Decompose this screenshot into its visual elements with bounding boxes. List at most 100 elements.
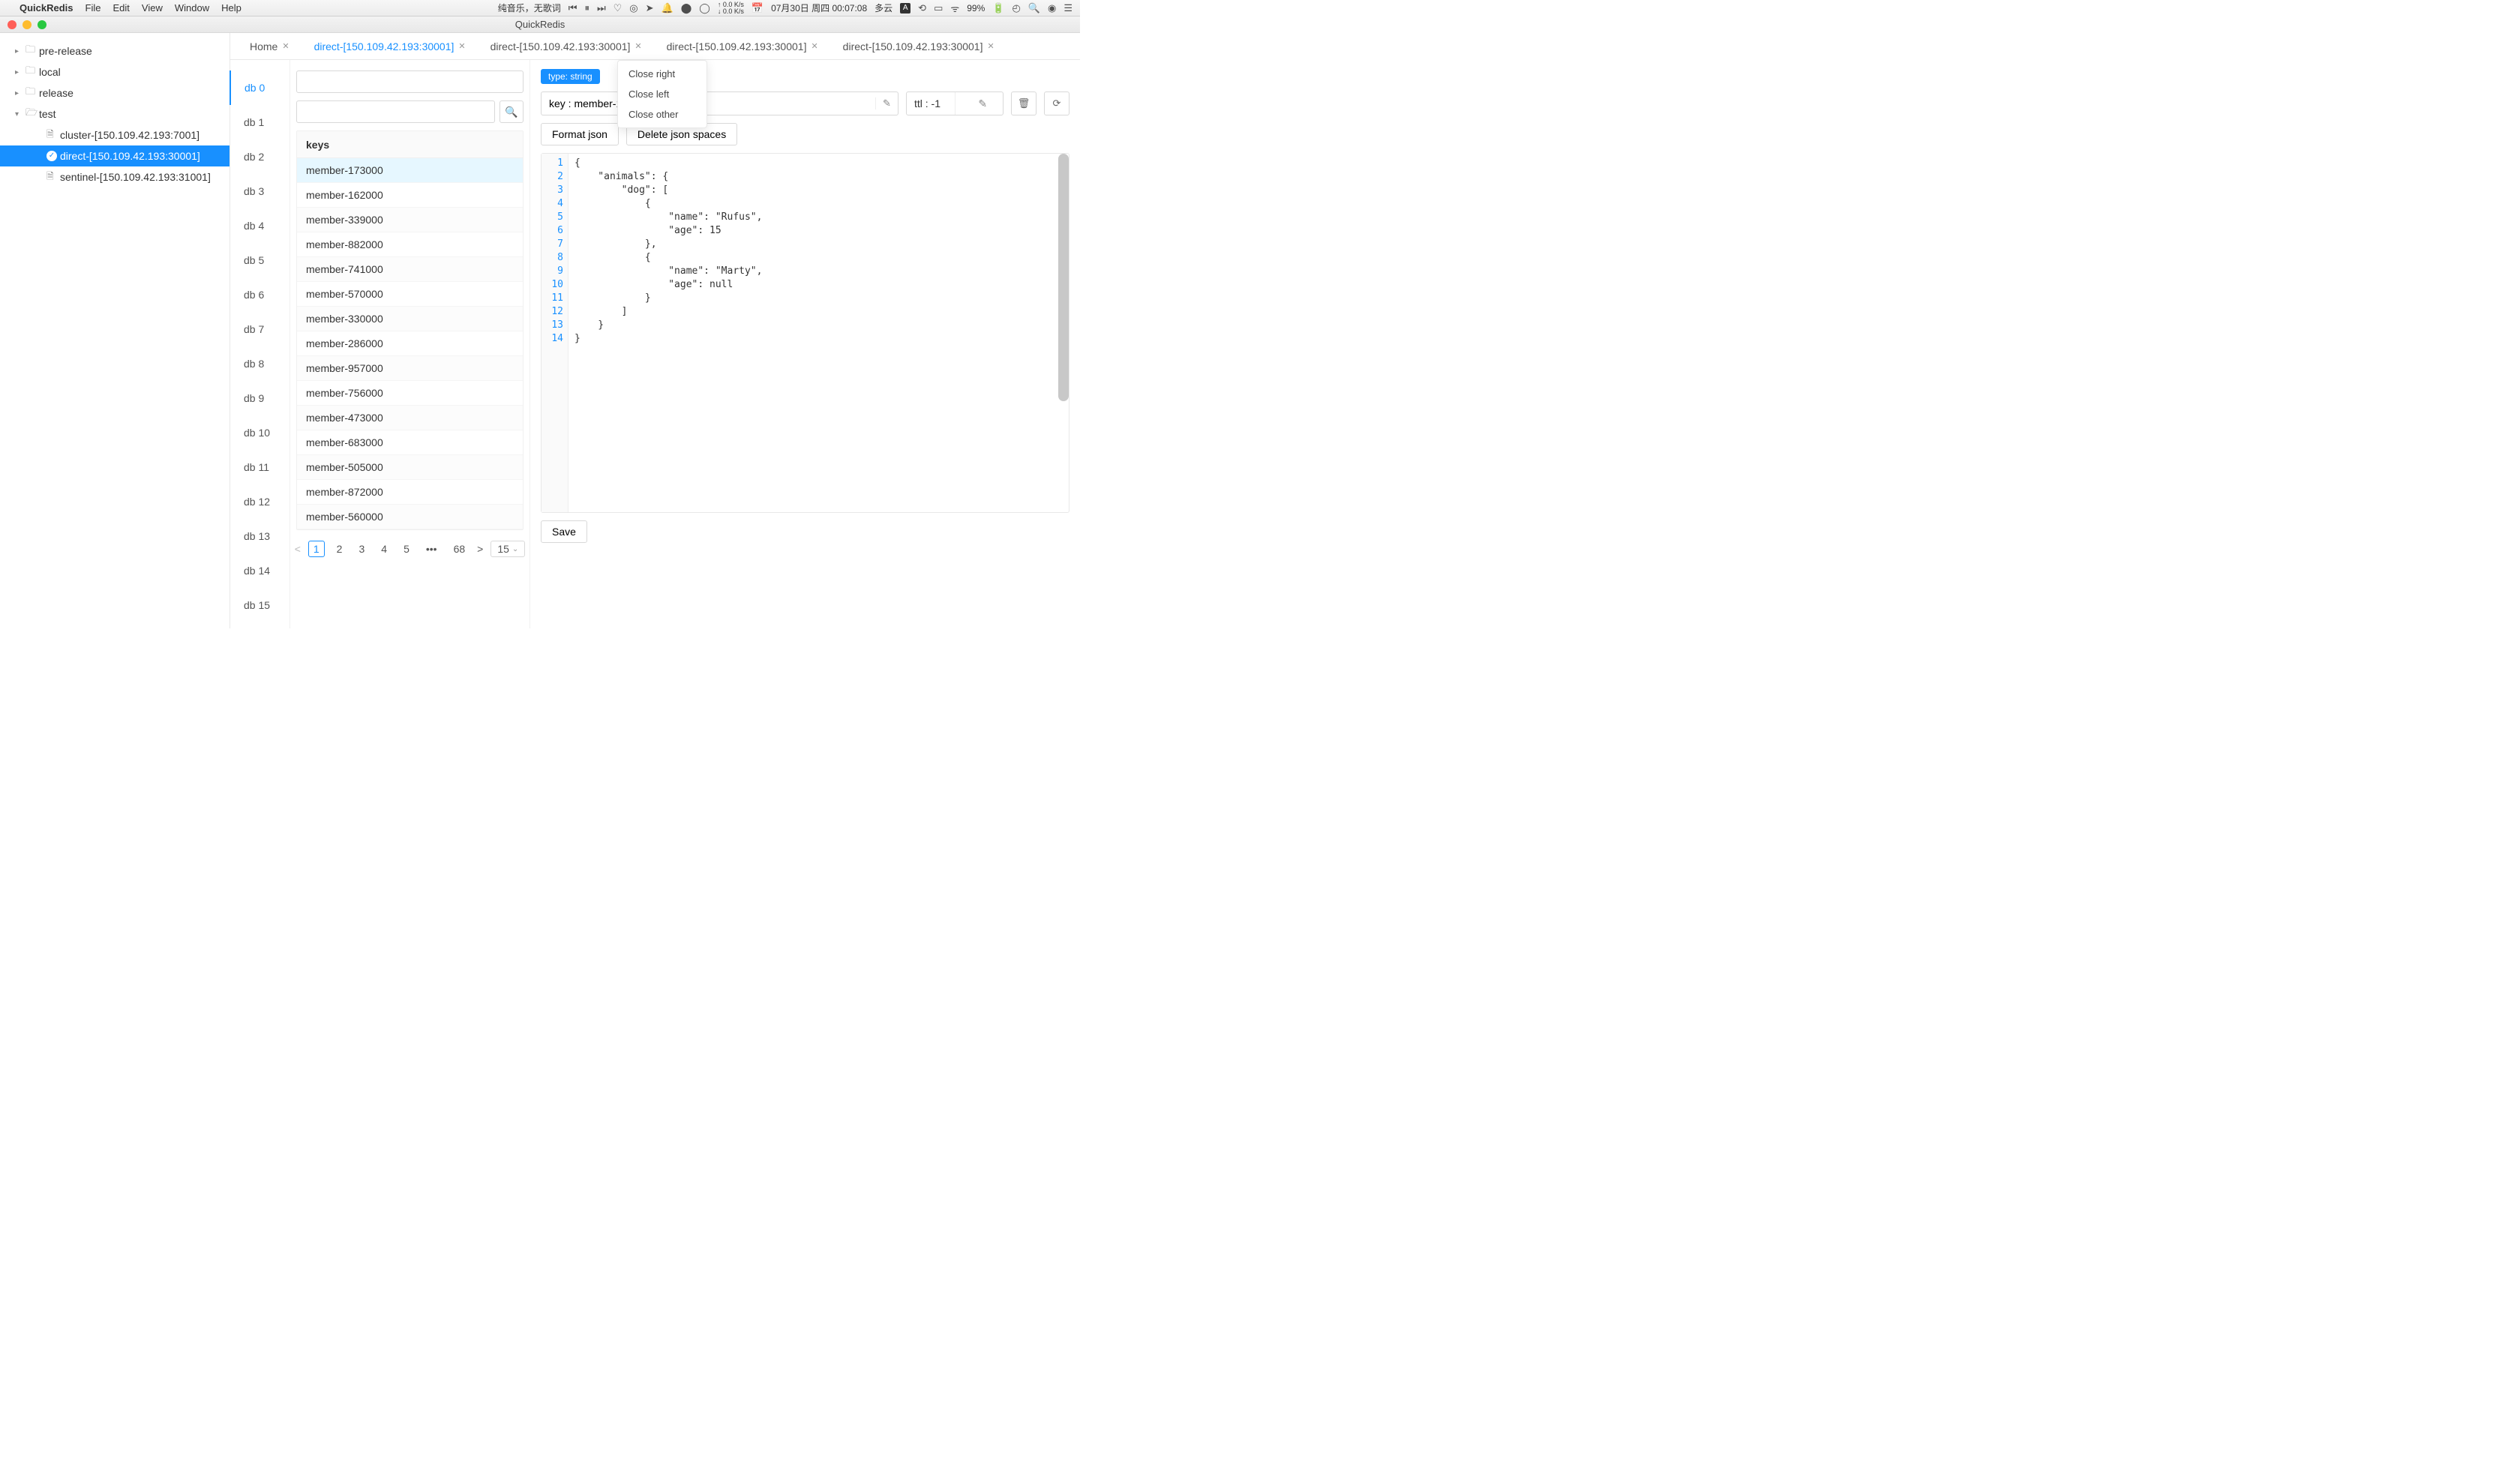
clock-icon[interactable]: ◴ — [1012, 2, 1020, 14]
key-row[interactable]: member-162000 — [297, 183, 523, 208]
ctx-close-left[interactable]: Close left — [618, 84, 706, 104]
key-row[interactable]: member-741000 — [297, 257, 523, 282]
close-icon[interactable]: ✕ — [282, 41, 289, 51]
db-item[interactable]: db 5 — [230, 243, 290, 277]
edit-ttl-icon[interactable]: ✎ — [955, 92, 1004, 115]
key-row[interactable]: member-570000 — [297, 282, 523, 307]
key-filter-input-1[interactable] — [296, 70, 524, 93]
tree-folder-pre-release[interactable]: ▸ 🗀 pre-release — [0, 40, 230, 61]
db-item[interactable]: db 6 — [230, 277, 290, 312]
key-row[interactable]: member-560000 — [297, 505, 523, 529]
app-name[interactable]: QuickRedis — [20, 2, 74, 13]
send-icon[interactable]: ➤ — [646, 2, 654, 14]
page-number[interactable]: 4 — [376, 541, 392, 556]
display-icon[interactable]: ▭ — [934, 2, 943, 14]
key-filter-input-2[interactable] — [296, 100, 495, 123]
menu-help[interactable]: Help — [221, 2, 242, 13]
menu-view[interactable]: View — [142, 2, 163, 13]
save-button[interactable]: Save — [541, 520, 587, 543]
key-row[interactable]: member-330000 — [297, 307, 523, 331]
tree-connection-direct[interactable]: ✓ direct-[150.109.42.193:30001] — [0, 145, 230, 166]
key-row[interactable]: member-957000 — [297, 356, 523, 381]
db-item[interactable]: db 3 — [230, 174, 290, 208]
tab-connection[interactable]: direct-[150.109.42.193:30001] ✕ — [655, 33, 831, 59]
db-item[interactable]: db 7 — [230, 312, 290, 346]
siri-icon[interactable]: ◉ — [1048, 2, 1056, 14]
tab-connection[interactable]: direct-[150.109.42.193:30001] ✕ — [478, 33, 655, 59]
page-next-icon[interactable]: > — [477, 543, 483, 555]
wifi-icon[interactable]: ᯤ — [950, 1, 959, 15]
db-item[interactable]: db 2 — [230, 139, 290, 174]
key-row[interactable]: member-473000 — [297, 406, 523, 430]
spiral-icon[interactable]: ◎ — [629, 2, 638, 14]
ctx-close-other[interactable]: Close other — [618, 104, 706, 124]
page-number[interactable]: 1 — [308, 541, 325, 557]
page-number[interactable]: 3 — [354, 541, 369, 556]
key-row[interactable]: member-173000 — [297, 158, 523, 183]
circle-icon[interactable]: ◯ — [699, 2, 710, 14]
key-row[interactable]: member-339000 — [297, 208, 523, 232]
db-item[interactable]: db 14 — [230, 553, 290, 588]
db-item[interactable]: db 0 — [230, 70, 290, 105]
delete-key-button[interactable]: 🗑 — [1011, 91, 1036, 115]
db-item[interactable]: db 8 — [230, 346, 290, 381]
close-icon[interactable]: ✕ — [458, 41, 465, 51]
page-last[interactable]: 68 — [449, 541, 470, 556]
db-item[interactable]: db 10 — [230, 415, 290, 450]
search-button[interactable]: 🔍 — [500, 100, 524, 123]
tree-connection-sentinel[interactable]: 🗎 sentinel-[150.109.42.193:31001] — [0, 166, 230, 187]
ctx-close-right[interactable]: Close right — [618, 64, 706, 84]
page-number[interactable]: 5 — [399, 541, 414, 556]
pause-icon[interactable]: ⏸ — [584, 2, 590, 14]
battery-icon[interactable]: 🔋 — [992, 2, 1004, 14]
edit-key-icon[interactable]: ✎ — [875, 97, 898, 109]
json-editor[interactable]: 1234567891011121314 { "animals": { "dog"… — [541, 153, 1070, 513]
key-row[interactable]: member-872000 — [297, 480, 523, 505]
page-ellipsis[interactable]: ••• — [422, 541, 442, 556]
page-size-select[interactable]: 15 ⌄ — [490, 541, 525, 557]
key-row[interactable]: member-882000 — [297, 232, 523, 257]
db-item[interactable]: db 13 — [230, 519, 290, 553]
tab-connection[interactable]: direct-[150.109.42.193:30001] ✕ — [831, 33, 1007, 59]
menu-window[interactable]: Window — [175, 2, 209, 13]
close-icon[interactable]: ✕ — [811, 41, 818, 51]
menu-file[interactable]: File — [86, 2, 101, 13]
page-number[interactable]: 2 — [332, 541, 347, 556]
key-row[interactable]: member-683000 — [297, 430, 523, 455]
tree-folder-test[interactable]: ▾ 🗁 test — [0, 103, 230, 124]
page-prev-icon[interactable]: < — [295, 543, 301, 555]
key-row[interactable]: member-756000 — [297, 381, 523, 406]
tab-connection[interactable]: direct-[150.109.42.193:30001] ✕ — [302, 33, 478, 59]
db-item[interactable]: db 4 — [230, 208, 290, 243]
db-item[interactable]: db 1 — [230, 105, 290, 139]
tree-folder-local[interactable]: ▸ 🗀 local — [0, 61, 230, 82]
key-input[interactable] — [542, 97, 875, 109]
editor-scrollbar[interactable] — [1058, 154, 1069, 401]
control-center-icon[interactable]: ☰ — [1064, 2, 1072, 14]
traffic-close-icon[interactable] — [8, 20, 16, 29]
sync-icon[interactable]: ⟲ — [918, 2, 926, 14]
db-item[interactable]: db 11 — [230, 450, 290, 484]
key-row[interactable]: member-286000 — [297, 331, 523, 356]
db-item[interactable]: db 9 — [230, 381, 290, 415]
format-json-button[interactable]: Format json — [541, 123, 619, 145]
key-row[interactable]: member-505000 — [297, 455, 523, 480]
tab-home[interactable]: Home ✕ — [238, 33, 302, 59]
input-method-icon[interactable]: A — [900, 3, 910, 13]
next-track-icon[interactable]: ⏭ — [597, 2, 606, 14]
tree-folder-release[interactable]: ▸ 🗀 release — [0, 82, 230, 103]
menu-edit[interactable]: Edit — [112, 2, 129, 13]
editor-code[interactable]: { "animals": { "dog": [ { "name": "Rufus… — [568, 154, 768, 512]
calendar-icon[interactable]: 📅 — [752, 2, 764, 14]
tree-connection-cluster[interactable]: 🗎 cluster-[150.109.42.193:7001] — [0, 124, 230, 145]
db-item[interactable]: db 12 — [230, 484, 290, 519]
close-icon[interactable]: ✕ — [634, 41, 641, 51]
prev-track-icon[interactable]: ⏮ — [568, 2, 578, 14]
heart-icon[interactable]: ♡ — [614, 2, 622, 14]
bell-icon[interactable]: 🔔 — [662, 2, 674, 14]
traffic-zoom-icon[interactable] — [38, 20, 46, 29]
mic-icon[interactable]: ⬤ — [681, 2, 692, 14]
db-item[interactable]: db 15 — [230, 588, 290, 622]
spotlight-icon[interactable]: 🔍 — [1028, 2, 1040, 14]
traffic-minimize-icon[interactable] — [22, 20, 32, 29]
